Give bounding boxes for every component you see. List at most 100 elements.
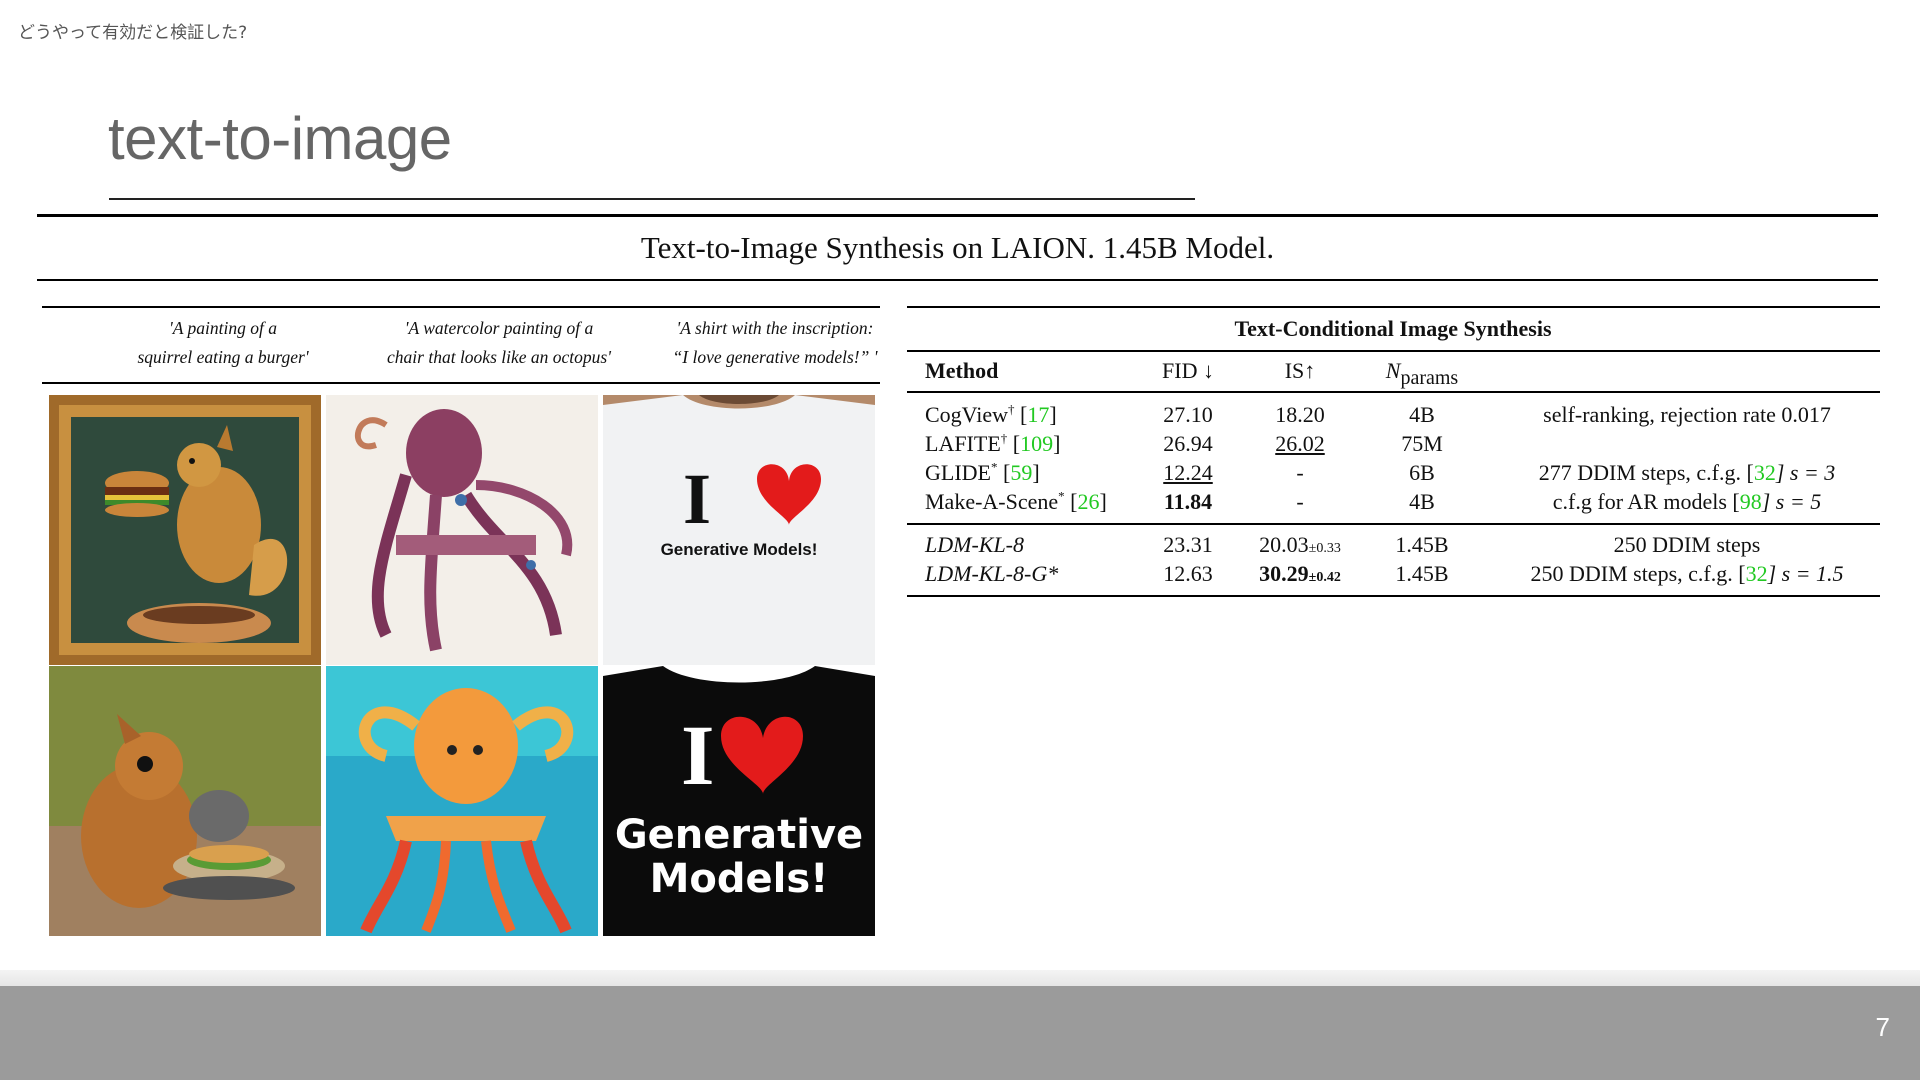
prompt-line: chair that looks like an octopus'	[387, 347, 611, 367]
method-mark: †	[1008, 401, 1015, 417]
row-params: 1.45B	[1395, 561, 1449, 586]
grid-header-top-rule	[42, 306, 880, 308]
prompt-squirrel: 'A painting of a squirrel eating a burge…	[87, 314, 359, 372]
method-mark: †	[1000, 430, 1008, 446]
image-squirrel-framed-painting	[49, 395, 321, 665]
note-text: 250 DDIM steps, c.f.g. [	[1530, 561, 1746, 586]
row-params: 1.45B	[1395, 532, 1449, 557]
title-underline	[109, 198, 1195, 200]
row-method: GLIDE* [59]	[925, 459, 1040, 485]
row-note: self-ranking, rejection rate 0.017	[1543, 402, 1831, 428]
method-mark: *	[1058, 488, 1065, 504]
image-black-shirt: I Generative Models!	[603, 666, 875, 936]
prompt-line: 'A shirt with the inscription:	[676, 318, 874, 338]
citation-link[interactable]: 17	[1027, 402, 1049, 427]
slide-title: text-to-image	[108, 105, 452, 172]
method-name: GLIDE	[925, 460, 991, 485]
header-params-sub: params	[1400, 367, 1459, 389]
note-text: ] s = 3	[1775, 460, 1836, 485]
citation-link[interactable]: 59	[1010, 460, 1032, 485]
row-note: 250 DDIM steps	[1614, 532, 1761, 558]
row-method: LDM-KL-8-G*	[925, 561, 1059, 586]
header-is: IS↑	[1284, 358, 1316, 383]
note-text: c.f.g for AR models [	[1552, 489, 1740, 514]
row-note: 250 DDIM steps, c.f.g. [32] s = 1.5	[1530, 561, 1843, 587]
row-fid: 23.31	[1163, 532, 1213, 557]
table-title-rule	[907, 350, 1880, 352]
prompt-line: 'A painting of a	[169, 318, 277, 338]
note-text: 250 DDIM steps	[1613, 532, 1761, 557]
table-top-rule	[907, 306, 1880, 308]
prompt-shirt: 'A shirt with the inscription: “I love g…	[639, 314, 911, 372]
shirt-slogan-line1: Generative	[615, 812, 863, 858]
row-is: 20.03±0.33	[1259, 532, 1341, 558]
row-fid: 12.24	[1163, 460, 1213, 485]
row-params: 75M	[1401, 431, 1443, 456]
method-mark: *	[990, 459, 998, 475]
row-note: c.f.g for AR models [98] s = 5	[1553, 489, 1821, 515]
table-header-rule	[907, 391, 1880, 393]
image-squirrel-eating-burger	[49, 666, 321, 936]
header-method: Method	[925, 358, 999, 383]
citation-link[interactable]: 32	[1754, 460, 1776, 485]
is-value: 30.29	[1259, 561, 1309, 586]
row-method: CogView† [17]	[925, 401, 1057, 427]
row-is: 26.02	[1275, 431, 1325, 456]
shirt-i-text: I	[683, 459, 711, 539]
table-group-rule	[907, 523, 1880, 525]
row-params: 4B	[1409, 489, 1435, 514]
citation-link[interactable]: 26	[1078, 489, 1100, 514]
shirt-slogan-text: Generative Models!	[661, 540, 818, 559]
paper-figure: Text-to-Image Synthesis on LAION. 1.45B …	[37, 214, 1880, 944]
row-is: -	[1296, 489, 1304, 514]
row-note: 277 DDIM steps, c.f.g. [32] s = 3	[1539, 460, 1836, 486]
note-text: self-ranking, rejection rate 0.017	[1543, 402, 1831, 427]
header-fid: FID ↓	[1162, 358, 1214, 383]
row-method: LDM-KL-8	[925, 532, 1025, 557]
prompt-line: “I love generative models!” '	[672, 347, 878, 367]
row-is: -	[1296, 460, 1304, 485]
grid-header-bottom-rule	[42, 382, 880, 384]
row-params: 4B	[1409, 402, 1435, 427]
row-fid: 12.63	[1163, 561, 1213, 586]
is-std: ±0.33	[1308, 541, 1341, 556]
citation-link[interactable]: 109	[1020, 431, 1053, 456]
note-text: 277 DDIM steps, c.f.g. [	[1538, 460, 1754, 485]
prompt-line: 'A watercolor painting of a	[404, 318, 594, 338]
row-fid: 11.84	[1163, 489, 1213, 514]
row-is: 18.20	[1275, 402, 1325, 427]
page-number: 7	[1875, 1012, 1890, 1042]
row-method: LAFITE† [109]	[925, 430, 1061, 456]
footer-shadow	[0, 970, 1920, 986]
figure-caption-rule	[37, 279, 1878, 281]
image-white-shirt: I Generative Models!	[603, 395, 875, 665]
slide-footer	[0, 986, 1920, 1080]
shirt-slogan-line2: Models!	[650, 856, 829, 902]
method-name: LAFITE	[925, 431, 1001, 456]
image-octopus-chair-colorful	[326, 666, 598, 936]
note-text: ] s = 5	[1761, 489, 1822, 514]
breadcrumb: どうやって有効だと検証した?	[18, 23, 248, 43]
image-octopus-chair-watercolor	[326, 395, 598, 665]
figure-top-rule	[37, 214, 1878, 217]
note-text: ] s = 1.5	[1767, 561, 1844, 586]
table-title: Text-Conditional Image Synthesis	[1234, 316, 1552, 341]
header-n: N	[1385, 358, 1401, 383]
is-std: ±0.42	[1308, 570, 1341, 585]
citation-link[interactable]: 98	[1740, 489, 1762, 514]
is-value: 20.03	[1259, 532, 1309, 557]
row-fid: 27.10	[1163, 402, 1213, 427]
citation-link[interactable]: 32	[1746, 561, 1768, 586]
prompt-octopus-chair: 'A watercolor painting of a chair that l…	[363, 314, 635, 372]
header-nparams: Nparams	[1386, 358, 1458, 390]
row-is: 30.29±0.42	[1259, 561, 1341, 587]
table-bottom-rule	[907, 595, 1880, 597]
figure-caption: Text-to-Image Synthesis on LAION. 1.45B …	[640, 230, 1275, 265]
row-method: Make-A-Scene* [26]	[925, 488, 1107, 514]
method-name: CogView	[925, 402, 1009, 427]
method-name: Make-A-Scene	[925, 489, 1059, 514]
shirt-i-text: I	[681, 707, 714, 803]
prompt-line: squirrel eating a burger'	[137, 347, 309, 367]
row-params: 6B	[1409, 460, 1435, 485]
row-fid: 26.94	[1163, 431, 1213, 456]
